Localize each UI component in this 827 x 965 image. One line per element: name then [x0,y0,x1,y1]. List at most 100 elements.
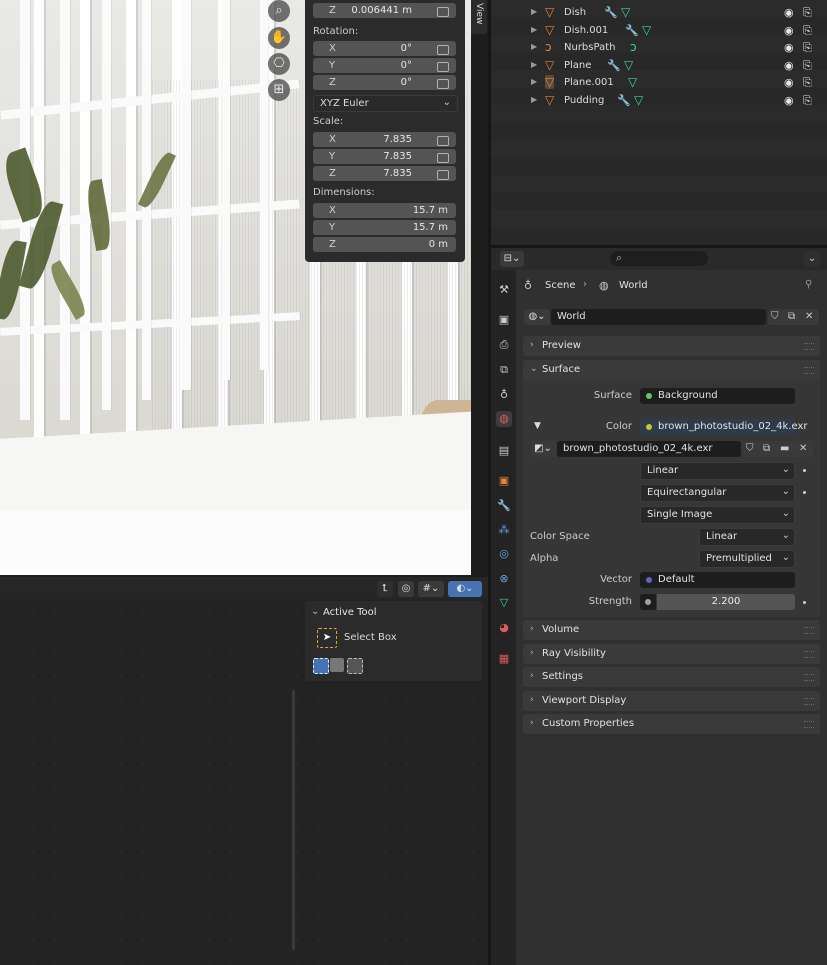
scale-z-field[interactable]: Z 7.835 [313,166,456,181]
expand-arrow-icon[interactable]: ▶ [531,60,537,69]
scale-x-field[interactable]: X 7.835 [313,132,456,147]
scrollbar[interactable] [292,690,295,950]
select-mode-subtract-icon[interactable] [347,658,363,674]
pin-icon[interactable]: ⚲ [805,279,812,290]
tab-output-icon[interactable]: ⎙ [496,337,512,353]
drag-grip-icon[interactable] [804,698,814,705]
outliner-item-plane[interactable]: ▶ ▽ Plane 🔧 ▽ ◉ ⎘ [491,57,827,74]
world-browse-icon[interactable]: ◍⌄ [524,309,550,325]
wrench-modifier-icon[interactable]: 🔧 [604,6,618,19]
source-select[interactable]: Single Image ⌄ [640,506,795,524]
panel-preview[interactable]: › Preview [523,336,820,356]
breadcrumb-world[interactable]: World [619,280,648,291]
grid-perspective-icon[interactable]: ⊞ [268,79,290,101]
lock-icon[interactable] [437,62,449,72]
tab-world-icon[interactable]: ◍ [496,411,512,427]
proportional-edit-icon[interactable]: ◎ [398,581,414,597]
drag-grip-icon[interactable] [804,651,814,658]
expand-arrow-icon[interactable]: ▶ [531,77,537,86]
panel-surface-header[interactable]: ⌄ Surface [523,360,820,380]
projection-select[interactable]: Equirectangular ⌄ [640,484,795,502]
location-z-field[interactable]: Z 0.006441 m [313,3,456,18]
tab-scene-icon[interactable]: ♁ [496,387,512,403]
duplicate-icon[interactable]: ⧉ [763,441,770,457]
overlay-toggle-icon[interactable]: ◐⌄ [448,581,482,597]
vector-input-field[interactable]: Default [640,572,795,588]
mesh-data-icon[interactable]: ▽ [624,58,633,72]
rotation-x-field[interactable]: X 0° [313,41,456,56]
tab-physics-icon[interactable]: ◎ [496,546,512,562]
search-input[interactable]: ⌕ [610,251,708,266]
collapse-arrow-icon[interactable]: ▼ [534,421,541,431]
color-space-select[interactable]: Linear ⌄ [699,528,795,546]
chevron-down-icon[interactable]: ⌄ [311,606,319,617]
color-input-field[interactable]: brown_photostudio_02_4k.exr [640,419,808,435]
wrench-modifier-icon[interactable]: 🔧 [607,59,621,72]
surface-shader-field[interactable]: Background [640,388,795,404]
outliner-item-nurbspath[interactable]: ▶ ↄ NurbsPath ↄ ◉ ⎘ [491,39,827,56]
lock-icon[interactable] [437,7,449,17]
open-folder-icon[interactable]: ▬ [780,441,789,457]
strength-socket[interactable] [640,594,656,610]
tab-object-icon[interactable]: ▣ [496,473,512,489]
duplicate-icon[interactable]: ⧉ [788,309,795,325]
eye-icon[interactable]: ◉ [784,6,794,19]
tab-modifier-icon[interactable]: 🔧 [496,498,512,514]
tab-render-icon[interactable]: ▣ [496,312,512,328]
rotation-z-field[interactable]: Z 0° [313,75,456,90]
scale-y-field[interactable]: Y 7.835 [313,149,456,164]
mesh-data-icon[interactable]: ▽ [628,75,637,89]
camera-render-icon[interactable]: ⎘ [803,59,812,73]
keyframe-dot-icon[interactable] [803,491,806,494]
panel-ray-visibility[interactable]: › Ray Visibility [523,644,820,664]
camera-render-icon[interactable]: ⎘ [803,76,812,90]
expand-arrow-icon[interactable]: ▶ [531,42,537,51]
panel-settings[interactable]: › Settings [523,667,820,687]
interpolation-select[interactable]: Linear ⌄ [640,462,795,480]
dimensions-x-field[interactable]: X 15.7 m [313,203,456,218]
snap-grid-icon[interactable]: #⌄ [418,581,444,597]
tab-material-icon[interactable]: ◕ [496,620,512,636]
tab-data-icon[interactable]: ▽ [496,595,512,611]
keyframe-dot-icon[interactable] [803,469,806,472]
drag-grip-icon[interactable] [804,674,814,681]
tab-texture-icon[interactable]: ▦ [496,651,512,667]
zoom-icon[interactable]: ⌕ [268,0,290,22]
outliner-item-dish[interactable]: ▶ ▽ Dish 🔧 ▽ ◉ ⎘ [491,4,827,21]
fake-user-shield-icon[interactable]: ⛉ [771,309,779,325]
rotation-y-field[interactable]: Y 0° [313,58,456,73]
eye-icon[interactable]: ◉ [784,94,794,107]
snap-target-icon[interactable]: ⮤ [377,581,393,597]
active-tool-title[interactable]: Active Tool [323,607,377,618]
panel-volume[interactable]: › Volume [523,620,820,640]
drag-grip-icon[interactable] [804,343,814,350]
fake-user-shield-icon[interactable]: ⛉ [746,441,754,457]
lock-icon[interactable] [437,170,449,180]
rotation-mode-select[interactable]: XYZ Euler ⌄ [313,95,458,112]
eye-icon[interactable]: ◉ [784,76,794,89]
chevron-down-icon[interactable]: ⌄ [804,251,820,267]
lock-icon[interactable] [437,153,449,163]
image-browse-icon[interactable]: ◩⌄ [530,441,556,457]
world-name-field[interactable]: World [551,309,766,325]
tab-tool-icon[interactable]: ⚒ [496,282,512,298]
tab-particles-icon[interactable]: ⁂ [496,522,512,538]
expand-arrow-icon[interactable]: ▶ [531,95,537,104]
camera-render-icon[interactable]: ⎘ [803,41,812,55]
select-mode-extend-icon[interactable] [330,658,344,672]
outliner-item-pudding[interactable]: ▶ ▽ Pudding 🔧 ▽ ◉ ⎘ [491,92,827,109]
alpha-select[interactable]: Premultiplied ⌄ [699,550,795,568]
drag-grip-icon[interactable] [804,721,814,728]
dimensions-y-field[interactable]: Y 15.7 m [313,220,456,235]
lock-icon[interactable] [437,136,449,146]
hand-pan-icon[interactable]: ✋ [268,27,290,49]
outliner-item-dish-001[interactable]: ▶ ▽ Dish.001 🔧 ▽ ◉ ⎘ [491,22,827,39]
tab-view-layer-icon[interactable]: ⧉ [496,362,512,378]
close-icon[interactable]: ✕ [799,441,807,457]
eye-icon[interactable]: ◉ [784,24,794,37]
keyframe-dot-icon[interactable] [803,601,806,604]
mesh-data-icon[interactable]: ▽ [642,23,651,37]
panel-custom-properties[interactable]: › Custom Properties [523,714,820,734]
select-box-icon[interactable]: ➤ [317,628,337,648]
dimensions-z-field[interactable]: Z 0 m [313,237,456,252]
